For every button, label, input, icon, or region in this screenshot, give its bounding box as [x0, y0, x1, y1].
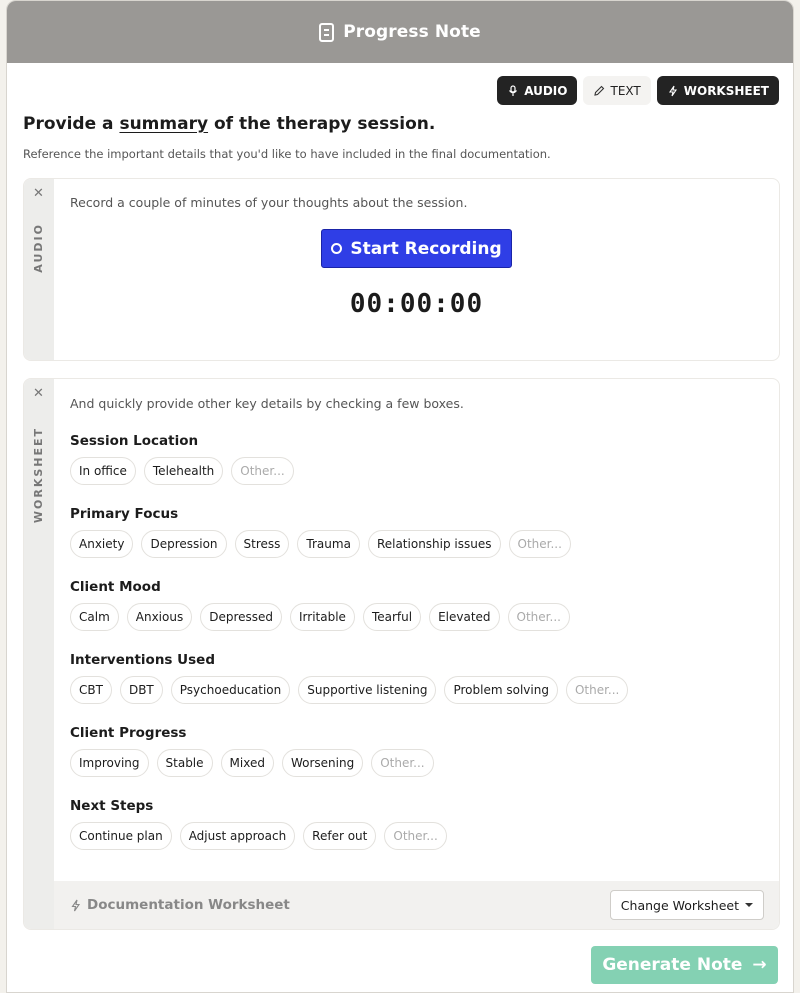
- option-chips: Calm Anxious Depressed Irritable Tearful Elev…: [70, 603, 769, 631]
- option-chips: Improving Stable Mixed Worsening Other...: [70, 749, 769, 777]
- page-subheading: Reference the important details that you…: [23, 147, 551, 161]
- change-worksheet-label: Change Worksheet: [620, 897, 739, 913]
- worksheet-group: Primary Focus Anxiety Depression Stress Trau…: [70, 506, 769, 579]
- option-chip[interactable]: Adjust approach: [179, 822, 296, 850]
- option-chip[interactable]: Irritable: [290, 603, 355, 631]
- arrow-right-icon: →: [752, 955, 767, 975]
- worksheet-group: Client Mood Calm Anxious Depressed Irritable…: [70, 579, 769, 652]
- text-mode-label: TEXT: [610, 83, 641, 98]
- worksheet-mode-label: WORKSHEET: [683, 83, 769, 98]
- option-chip[interactable]: Continue plan: [70, 822, 172, 850]
- option-chip[interactable]: Worsening: [281, 749, 364, 777]
- window-title: Progress Note: [343, 22, 481, 42]
- option-chip[interactable]: In office: [70, 457, 136, 485]
- option-chip[interactable]: Tearful: [362, 603, 422, 631]
- worksheet-group: Interventions Used CBT DBT Psychoeducation S…: [70, 652, 769, 725]
- option-chip[interactable]: Anxiety: [70, 530, 134, 558]
- start-recording-label: Start Recording: [350, 238, 502, 259]
- document-icon: [319, 22, 335, 42]
- option-chip[interactable]: Psychoeducation: [170, 676, 291, 704]
- worksheet-rail: ✕ WORKSHEET: [24, 379, 54, 929]
- worksheet-hint: And quickly provide other key details by…: [70, 396, 464, 411]
- change-worksheet-dropdown[interactable]: Change Worksheet: [609, 890, 764, 920]
- audio-rail-label: AUDIO: [32, 223, 45, 273]
- group-title: Client Progress: [70, 725, 187, 741]
- record-circle-icon: [331, 243, 343, 254]
- heading-suffix: of the therapy session.: [208, 114, 436, 134]
- audio-rail: ✕ AUDIO: [24, 179, 54, 360]
- option-chip[interactable]: Problem solving: [444, 676, 558, 704]
- group-title: Session Location: [70, 433, 199, 449]
- option-chip[interactable]: Improving: [70, 749, 149, 777]
- option-chip[interactable]: Trauma: [297, 530, 360, 558]
- group-title: Interventions Used: [70, 652, 215, 668]
- lightning-icon: [71, 899, 81, 911]
- other-option-chip[interactable]: Other...: [371, 749, 434, 777]
- option-chip[interactable]: Depressed: [200, 603, 283, 631]
- worksheet-mode-button[interactable]: WORKSHEET: [656, 76, 779, 105]
- recording-timer-value: 00:00:00: [349, 289, 484, 319]
- option-chip[interactable]: Relationship issues: [367, 530, 501, 558]
- worksheet-group: Client Progress Improving Stable Mixed Worse…: [70, 725, 769, 798]
- option-chip[interactable]: Calm: [70, 603, 119, 631]
- page-heading: Provide a summary of the therapy session…: [23, 114, 435, 134]
- option-chip[interactable]: Stress: [234, 530, 290, 558]
- lightning-icon: [668, 85, 677, 96]
- group-title: Next Steps: [70, 798, 154, 814]
- close-worksheet-icon[interactable]: ✕: [33, 386, 44, 401]
- audio-mode-label: AUDIO: [524, 83, 568, 98]
- option-chips: CBT DBT Psychoeducation Supportive listenin…: [70, 676, 769, 704]
- other-option-chip[interactable]: Other...: [508, 530, 571, 558]
- option-chip[interactable]: Telehealth: [143, 457, 224, 485]
- option-chip[interactable]: Depression: [141, 530, 227, 558]
- audio-panel: ✕ AUDIO Record a couple of minutes of yo…: [23, 178, 780, 361]
- pencil-icon: [594, 85, 605, 96]
- worksheet-name: Documentation Worksheet: [70, 897, 290, 913]
- option-chip[interactable]: Supportive listening: [298, 676, 437, 704]
- generate-note-button[interactable]: Generate Note →: [591, 946, 778, 984]
- worksheet-rail-label: WORKSHEET: [32, 427, 45, 524]
- option-chip[interactable]: Refer out: [303, 822, 377, 850]
- other-option-chip[interactable]: Other...: [565, 676, 629, 704]
- audio-hint: Record a couple of minutes of your thoug…: [70, 195, 468, 210]
- worksheet-group: Next Steps Continue plan Adjust approach Re…: [70, 798, 769, 871]
- worksheet-panel: ✕ WORKSHEET And quickly provide other ke…: [23, 378, 780, 930]
- mode-toggle-group: AUDIO TEXT WORKSHEET: [497, 76, 779, 105]
- mic-icon: [509, 84, 518, 96]
- group-title: Client Mood: [70, 579, 161, 595]
- worksheet-name-label: Documentation Worksheet: [87, 897, 290, 913]
- generate-note-label: Generate Note: [602, 955, 743, 975]
- close-audio-icon[interactable]: ✕: [33, 186, 44, 201]
- other-option-chip[interactable]: Other...: [507, 603, 570, 631]
- caret-down-icon: [745, 903, 753, 907]
- heading-prefix: Provide a: [23, 114, 120, 134]
- worksheet-group: Session Location In office Telehealth Other…: [70, 433, 769, 506]
- group-title: Primary Focus: [70, 506, 179, 522]
- option-chip[interactable]: DBT: [119, 676, 163, 704]
- progress-note-window: Progress Note AUDIO TEXT WORKSHEET Provi…: [6, 0, 794, 993]
- option-chips: Continue plan Adjust approach Refer out Oth…: [70, 822, 769, 850]
- other-option-chip[interactable]: Other...: [384, 822, 447, 850]
- text-mode-button[interactable]: TEXT: [583, 76, 651, 105]
- option-chip[interactable]: Elevated: [429, 603, 500, 631]
- worksheet-footer: Documentation Worksheet Change Worksheet: [54, 881, 779, 929]
- heading-emphasis: summary: [119, 114, 209, 134]
- option-chips: Anxiety Depression Stress Trauma Relationshi…: [70, 530, 769, 558]
- other-option-chip[interactable]: Other...: [231, 457, 294, 485]
- audio-mode-button[interactable]: AUDIO: [497, 76, 578, 105]
- option-chip[interactable]: CBT: [70, 676, 112, 704]
- option-chip[interactable]: Stable: [156, 749, 213, 777]
- option-chips: In office Telehealth Other...: [70, 457, 769, 485]
- option-chip[interactable]: Mixed: [220, 749, 274, 777]
- worksheet-groups: Session Location In office Telehealth Other…: [70, 433, 769, 871]
- recording-timer: 00:00:00: [24, 289, 779, 319]
- option-chip[interactable]: Anxious: [126, 603, 193, 631]
- start-recording-button[interactable]: Start Recording: [321, 229, 512, 268]
- title-bar: Progress Note: [7, 1, 793, 63]
